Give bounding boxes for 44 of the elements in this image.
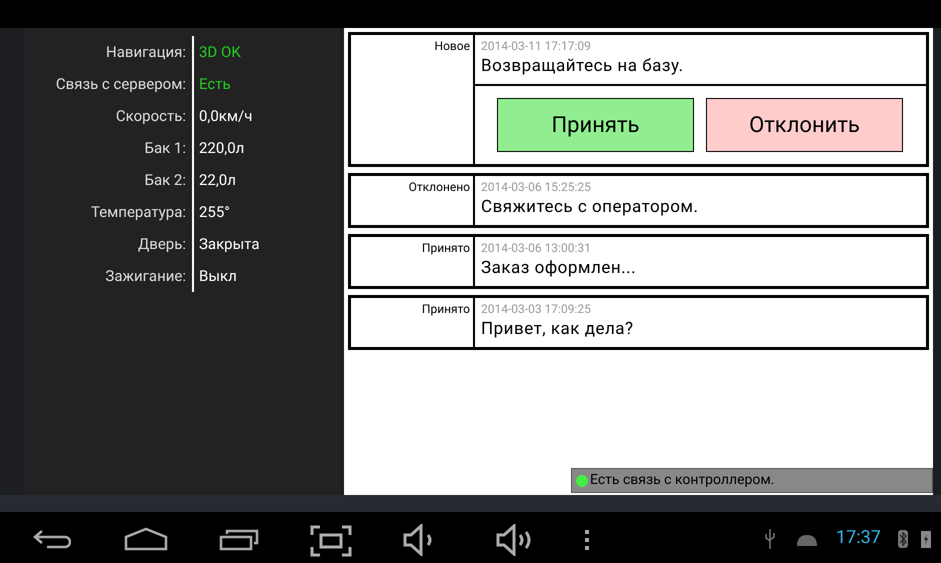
field-label: Связь с сервером:	[54, 74, 187, 95]
message-time: 2014-03-11 17:17:09	[481, 38, 592, 54]
field-label: Температура:	[90, 202, 187, 223]
field-label: Скорость:	[114, 106, 187, 127]
message-time: 2014-03-06 13:00:31	[481, 240, 592, 256]
connection-text: Есть связь с контроллером.	[590, 471, 774, 490]
message-status: Принято	[422, 301, 470, 317]
message-card[interactable]: Принято 2014-03-06 13:00:31 Заказ оформлен...	[348, 234, 929, 289]
field-label: Дверь:	[136, 234, 187, 255]
clock: 17:37	[836, 529, 881, 547]
field-value: Выкл	[199, 266, 237, 287]
field-value: 255°	[199, 202, 230, 223]
message-card[interactable]: Отклонено 2014-03-06 15:25:25 Свяжитесь с оператором.	[348, 173, 929, 228]
field-label: Бак 1:	[143, 138, 187, 159]
field-label: Зажигание:	[104, 266, 187, 287]
message-status: Отклонено	[408, 179, 470, 195]
message-text: Свяжитесь с оператором.	[481, 196, 700, 219]
message-text: Заказ оформлен...	[481, 257, 638, 280]
bluetooth-icon	[898, 530, 908, 548]
field-label: Навигация:	[105, 42, 187, 63]
message-text: Возвращайтесь на базу.	[481, 55, 685, 78]
message-card[interactable]: Принято 2014-03-03 17:09:25 Привет, как дела?	[348, 295, 929, 350]
message-status: Новое	[434, 38, 470, 54]
field-value: 3D OK	[199, 42, 241, 63]
message-card[interactable]: Новое 2014-03-11 17:17:09 Возвращайтесь на базу. Принять Отклонить	[348, 32, 929, 167]
message-time: 2014-03-03 17:09:25	[481, 301, 592, 317]
screenshot-icon[interactable]	[310, 525, 352, 557]
battery-icon	[921, 530, 931, 548]
message-status: Принято	[422, 240, 470, 256]
field-value: Есть	[199, 74, 231, 95]
usb-icon	[764, 529, 776, 549]
recent-apps-icon[interactable]	[219, 527, 259, 551]
field-value: Закрыта	[199, 234, 260, 255]
menu-icon[interactable]	[584, 530, 590, 550]
home-icon[interactable]	[124, 527, 168, 551]
field-label: Бак 2:	[143, 170, 187, 191]
back-icon[interactable]	[33, 529, 71, 549]
field-value: 0,0км/ч	[199, 106, 252, 127]
action-button[interactable]: Отклонить	[706, 98, 903, 152]
message-text: Привет, как дела?	[481, 318, 635, 341]
field-value: 220,0л	[199, 138, 244, 159]
message-time: 2014-03-06 15:25:25	[481, 179, 592, 195]
action-button[interactable]: Принять	[497, 98, 694, 152]
field-value: 22,0л	[199, 170, 236, 191]
